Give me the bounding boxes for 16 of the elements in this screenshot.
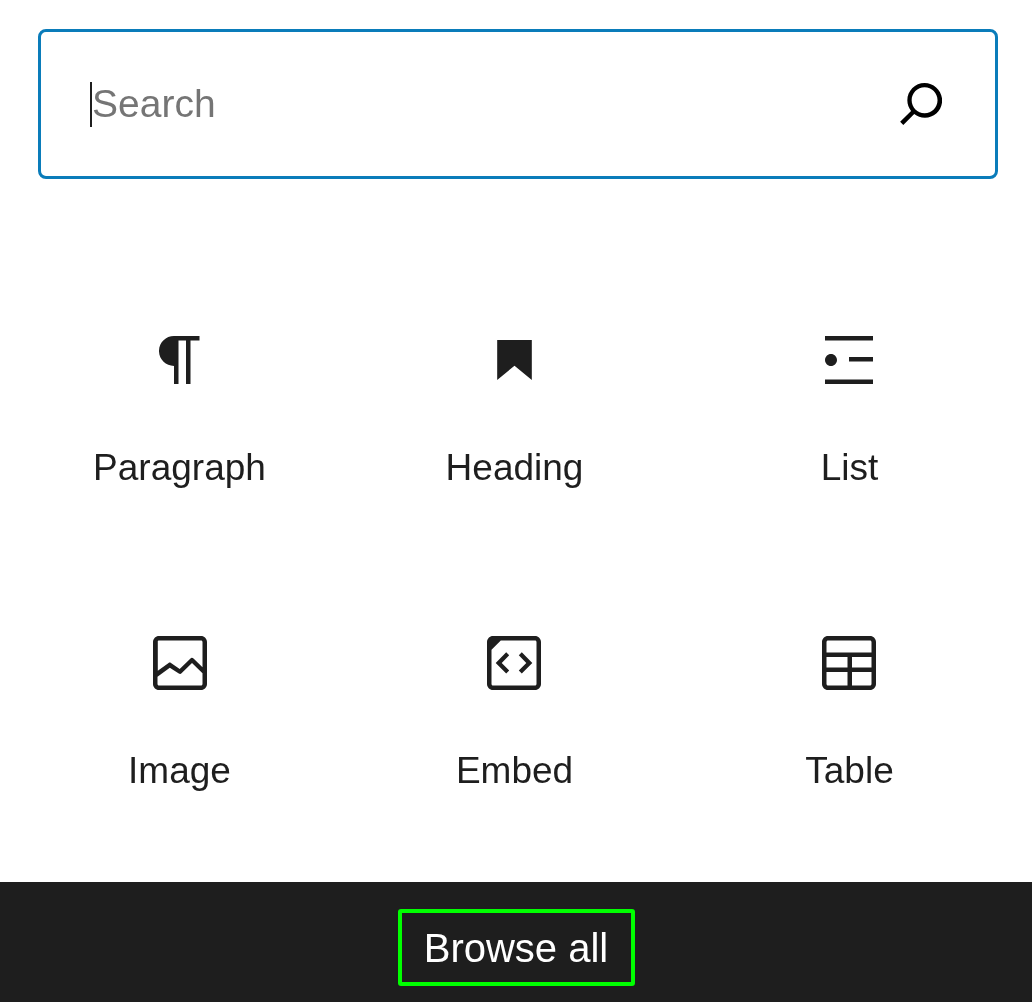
image-icon — [152, 636, 207, 690]
search-icon[interactable] — [900, 83, 942, 125]
block-button[interactable]: Image — [120, 627, 239, 792]
code-frame-icon — [487, 636, 542, 690]
search-field[interactable]: Search — [38, 29, 998, 179]
text-cursor-icon — [90, 82, 92, 127]
block-button[interactable]: Heading — [437, 324, 592, 489]
block-button[interactable]: Embed — [447, 627, 582, 792]
table-icon — [822, 636, 877, 690]
pilcrow-icon — [159, 336, 200, 384]
list-icon — [825, 336, 874, 384]
bookmark-icon — [497, 340, 532, 380]
block-button[interactable]: Paragraph — [85, 324, 274, 489]
browse-all-button[interactable]: Browse all — [397, 909, 635, 986]
block-button[interactable]: Table — [797, 627, 902, 792]
block-button[interactable]: List — [812, 324, 887, 489]
